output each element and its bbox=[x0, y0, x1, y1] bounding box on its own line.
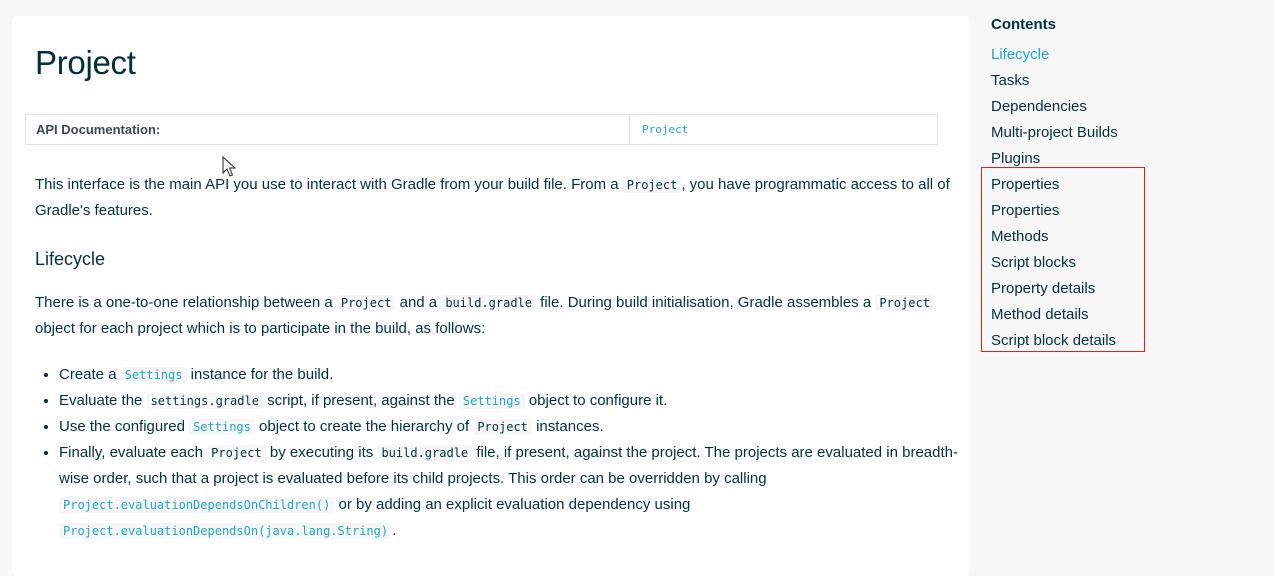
toc-item-tasks[interactable]: Tasks bbox=[991, 68, 1251, 94]
main-content-panel: Project API Documentation: Project This … bbox=[12, 16, 970, 576]
list-item: Evaluate the settings.gradle script, if … bbox=[59, 388, 959, 414]
api-documentation-label: API Documentation: bbox=[26, 115, 630, 144]
toc-title: Contents bbox=[991, 16, 1056, 33]
api-documentation-link[interactable]: Project bbox=[630, 115, 700, 144]
inline-code: Project bbox=[622, 177, 682, 193]
api-documentation-table: API Documentation: Project bbox=[25, 114, 938, 145]
inline-code: Project bbox=[336, 295, 396, 311]
highlight-annotation-box bbox=[981, 167, 1145, 352]
lifecycle-paragraph: There is a one-to-one relationship betwe… bbox=[35, 290, 950, 342]
evaluation-depends-on-link[interactable]: Project.evaluationDependsOn(java.lang.St… bbox=[59, 523, 393, 539]
settings-link[interactable]: Settings bbox=[458, 393, 525, 409]
inline-code: Project bbox=[875, 295, 934, 311]
toc-item-multi-project-builds[interactable]: Multi-project Builds bbox=[991, 120, 1251, 146]
list-item: Use the configured Settings object to cr… bbox=[59, 414, 959, 440]
page-title: Project bbox=[35, 44, 136, 81]
settings-link[interactable]: Settings bbox=[120, 367, 187, 383]
settings-link[interactable]: Settings bbox=[189, 419, 255, 435]
lifecycle-heading: Lifecycle bbox=[35, 249, 106, 269]
inline-code: build.gradle bbox=[377, 445, 473, 461]
lifecycle-steps-list: Create a Settings instance for the build… bbox=[35, 362, 959, 544]
inline-code: Project bbox=[473, 419, 532, 435]
toc-item-dependencies[interactable]: Dependencies bbox=[991, 94, 1251, 120]
mouse-pointer-icon bbox=[222, 156, 236, 177]
inline-code: build.gradle bbox=[441, 295, 537, 311]
toc-item-lifecycle[interactable]: Lifecycle bbox=[991, 42, 1251, 68]
inline-code: settings.gradle bbox=[146, 393, 263, 409]
inline-code: Project bbox=[207, 445, 266, 461]
list-item: Create a Settings instance for the build… bbox=[59, 362, 959, 388]
intro-paragraph: This interface is the main API you use t… bbox=[35, 176, 950, 219]
evaluation-depends-on-children-link[interactable]: Project.evaluationDependsOnChildren() bbox=[59, 497, 335, 513]
list-item: Finally, evaluate each Project by execut… bbox=[59, 440, 959, 544]
